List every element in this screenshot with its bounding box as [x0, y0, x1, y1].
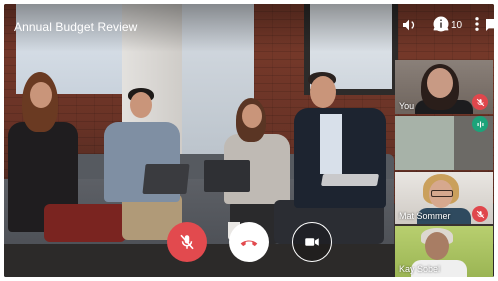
participant-name: Kay Sobel — [399, 264, 441, 274]
laptop — [204, 160, 250, 192]
participant-tile[interactable]: You — [395, 60, 493, 114]
participant-name: You — [399, 101, 415, 111]
speaking-indicator-icon — [472, 116, 488, 132]
hang-up-button[interactable] — [229, 222, 269, 262]
videocam-icon — [305, 238, 319, 246]
mute-button[interactable] — [167, 222, 207, 262]
mic-off-icon — [472, 206, 488, 222]
phone-hangup-icon — [240, 240, 258, 247]
top-toolbar: 10 — [294, 4, 494, 44]
laptop — [320, 174, 380, 186]
info-icon[interactable] — [430, 13, 452, 35]
camera-button[interactable] — [292, 222, 332, 262]
mic-off-icon — [180, 234, 194, 250]
mic-off-icon — [472, 94, 488, 110]
participant-tile[interactable] — [395, 116, 493, 170]
participant-name: Mat Sommer — [399, 211, 451, 221]
volume-icon[interactable] — [398, 14, 420, 36]
meeting-window: Annual Budget Review 10 You Mat Sommer K… — [4, 4, 494, 277]
participant-tile[interactable]: Mat Sommer — [395, 172, 493, 224]
more-vert-icon[interactable] — [470, 13, 484, 35]
meeting-title: Annual Budget Review — [14, 20, 138, 34]
participant-count: 10 — [451, 20, 463, 31]
laptop — [142, 164, 190, 194]
participant-tile[interactable]: Kay Sobel — [395, 226, 493, 277]
